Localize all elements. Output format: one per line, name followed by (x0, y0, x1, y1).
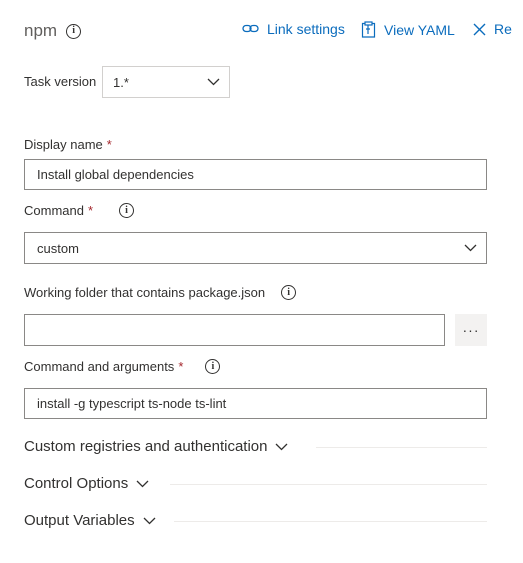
required-mark: * (87, 203, 94, 218)
section-control-options-label: Control Options (24, 475, 129, 492)
info-icon[interactable]: i (281, 285, 297, 300)
section-divider (170, 484, 487, 485)
info-icon[interactable]: i (66, 23, 82, 39)
view-yaml-button[interactable]: View YAML (361, 21, 455, 38)
section-divider (174, 521, 487, 522)
command-args-label: Command and arguments * i (24, 359, 221, 374)
task-title: npm i (24, 21, 82, 41)
command-value: custom (37, 240, 79, 256)
link-icon (242, 23, 259, 35)
chevron-down-icon (464, 244, 477, 252)
display-name-input[interactable]: Install global dependencies (24, 159, 487, 190)
display-name-label: Display name * (24, 137, 112, 152)
link-settings-button[interactable]: Link settings (242, 21, 345, 37)
task-version-value: 1.* (113, 74, 129, 90)
command-args-label-text: Command and arguments (24, 359, 175, 374)
chevron-down-icon (275, 443, 288, 451)
section-output-variables[interactable]: Output Variables (24, 512, 156, 529)
clipboard-icon (361, 21, 376, 38)
section-control-options[interactable]: Control Options (24, 475, 149, 492)
ellipsis-icon: ··· (462, 322, 480, 338)
task-version-label: Task version (24, 74, 97, 89)
chevron-down-icon (136, 480, 149, 488)
command-label-text: Command (24, 203, 84, 218)
display-name-value: Install global dependencies (37, 167, 194, 182)
command-label: Command * i (24, 203, 135, 218)
command-args-input[interactable]: install -g typescript ts-node ts-lint (24, 388, 487, 419)
working-folder-input[interactable] (24, 314, 445, 346)
section-custom-registries-label: Custom registries and authentication (24, 438, 268, 455)
section-divider (316, 447, 487, 448)
display-name-label-text: Display name (24, 137, 103, 152)
remove-button[interactable]: Re (473, 21, 512, 37)
info-icon[interactable]: i (205, 359, 221, 374)
view-yaml-label: View YAML (384, 21, 455, 38)
info-icon[interactable]: i (119, 203, 135, 218)
command-select[interactable]: custom (24, 232, 487, 264)
task-title-text: npm (24, 21, 58, 40)
command-args-value: install -g typescript ts-node ts-lint (37, 396, 227, 411)
chevron-down-icon (207, 78, 220, 86)
task-version-select[interactable]: 1.* (102, 66, 230, 98)
working-folder-label: Working folder that contains package.jso… (24, 285, 297, 300)
required-mark: * (106, 137, 112, 152)
close-icon (473, 23, 486, 36)
link-settings-label: Link settings (267, 21, 345, 37)
chevron-down-icon (143, 517, 156, 525)
required-mark: * (178, 359, 184, 374)
remove-label: Re (494, 21, 512, 37)
browse-button[interactable]: ··· (455, 314, 487, 346)
section-custom-registries[interactable]: Custom registries and authentication (24, 438, 288, 455)
working-folder-label-text: Working folder that contains package.jso… (24, 285, 266, 300)
section-output-variables-label: Output Variables (24, 512, 135, 529)
